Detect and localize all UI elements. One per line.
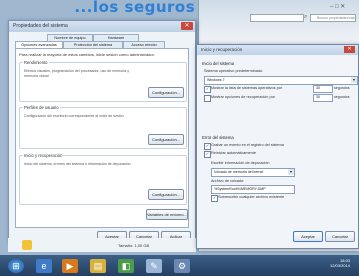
advanced-panel: Para realizar la mayoría de estos cambio…: [15, 48, 189, 228]
show-list-checkbox[interactable]: ✓: [204, 86, 211, 93]
debug-info-value: Volcado de memoria del kernel: [214, 170, 264, 174]
window-controls[interactable]: – □ ✕: [330, 3, 345, 11]
search-input[interactable]: Buscar propiedades/sistemas: [310, 14, 356, 22]
user-profiles-settings-button[interactable]: Configuración...: [148, 134, 184, 145]
start-orb-icon[interactable]: ⊞: [8, 259, 24, 273]
chevron-down-icon: ▼: [351, 77, 357, 83]
failure-section-title: Error del sistema: [202, 135, 234, 140]
system-info-strip: [8, 238, 196, 252]
dialog-title: Propiedades del sistema: [13, 23, 68, 29]
performance-title: Rendimiento: [23, 60, 49, 65]
debug-info-label: Escribir información de depuración: [211, 161, 270, 165]
close-button[interactable]: ✕: [344, 46, 355, 53]
show-recovery-seconds-input[interactable]: 30: [313, 94, 333, 102]
seconds-label: segundos: [334, 95, 350, 99]
dump-file-label: Archivo de volcado:: [211, 179, 245, 183]
paint-icon[interactable]: ✎: [146, 259, 162, 273]
performance-description: Efectos visuales, programación del proce…: [24, 69, 130, 78]
dialog-title: Inicio y recuperación: [201, 47, 243, 52]
address-bar[interactable]: [250, 14, 304, 22]
overwrite-label: Sobrescribir cualquier archivo existente: [218, 195, 285, 199]
show-list-label: Mostrar la lista de sistemas operativos …: [211, 86, 283, 90]
ram-size-label: Tamaño: 1,00 GB: [118, 243, 150, 248]
startup-recovery-description: Inicio del sistema, errores del sistema …: [24, 162, 131, 166]
auto-restart-label: Reiniciar automáticamente: [211, 151, 256, 155]
debug-info-select[interactable]: Volcado de memoria del kernel ▼: [211, 168, 295, 177]
system-clock[interactable]: 18:03 12/03/2014: [330, 258, 350, 268]
write-event-checkbox[interactable]: ✓: [204, 143, 211, 150]
performance-group: Rendimiento Efectos visuales, programaci…: [19, 60, 187, 102]
user-profiles-description: Configuración del escritorio correspondi…: [24, 114, 124, 118]
startup-recovery-title: Inicio y recuperación: [23, 153, 64, 158]
performance-settings-button[interactable]: Configuración...: [148, 87, 184, 98]
cancel-button[interactable]: Cancelar: [325, 231, 355, 242]
startup-recovery-dialog: Inicio y recuperación ✕ Inicio del siste…: [196, 44, 359, 249]
startup-section-title: Inicio del sistema: [202, 61, 235, 66]
user-profiles-title: Perfiles de usuario: [23, 105, 60, 110]
default-os-value: Windows 7: [207, 78, 225, 82]
network-icon[interactable]: ⚙: [174, 259, 190, 273]
write-event-label: Grabar un evento en el registro del sist…: [211, 143, 284, 147]
chevron-down-icon: ▼: [288, 169, 294, 175]
auto-restart-checkbox[interactable]: ✓: [204, 151, 211, 158]
tab-system-protection[interactable]: Protección del sistema: [63, 41, 123, 48]
windows-logo-icon: [22, 240, 32, 250]
close-button[interactable]: ✕: [181, 22, 193, 30]
show-recovery-checkbox[interactable]: [204, 95, 211, 102]
search-icon: ⌕: [304, 14, 308, 20]
media-player-icon[interactable]: ▶: [62, 259, 78, 273]
ok-button[interactable]: Aceptar: [293, 231, 323, 242]
default-os-label: Sistema operativo predeterminado:: [204, 69, 264, 73]
explorer-folder-icon[interactable]: ▤: [90, 259, 106, 273]
show-recovery-label: Mostrar opciones de recuperación por: [211, 95, 275, 99]
control-panel-icon[interactable]: ◧: [118, 259, 134, 273]
internet-explorer-icon[interactable]: e: [36, 259, 52, 273]
clock-date: 12/03/2014: [330, 263, 351, 268]
show-list-seconds-input[interactable]: 30: [313, 85, 333, 93]
default-os-select[interactable]: Windows 7 ▼: [204, 76, 358, 85]
startup-recovery-group: Inicio y recuperación Inicio del sistema…: [19, 153, 187, 205]
tab-remote[interactable]: Acceso remoto: [123, 41, 165, 48]
overwrite-checkbox[interactable]: ✓: [211, 195, 218, 202]
user-profiles-group: Perfiles de usuario Configuración del es…: [19, 105, 187, 149]
dump-file-input[interactable]: %SystemRoot%\MEMORY.DMP: [211, 185, 295, 194]
seconds-label: segundos: [334, 86, 350, 90]
environment-variables-button[interactable]: Variables de entorno...: [146, 209, 188, 220]
admin-note: Para realizar la mayoría de estos cambio…: [19, 52, 155, 57]
system-properties-dialog: Propiedades del sistema ✕ Nombre de equi…: [8, 20, 196, 242]
startup-recovery-settings-button[interactable]: Configuración...: [148, 189, 184, 200]
tab-hardware[interactable]: Hardware: [93, 34, 139, 41]
tab-computer-name[interactable]: Nombre de equipo: [47, 34, 93, 41]
